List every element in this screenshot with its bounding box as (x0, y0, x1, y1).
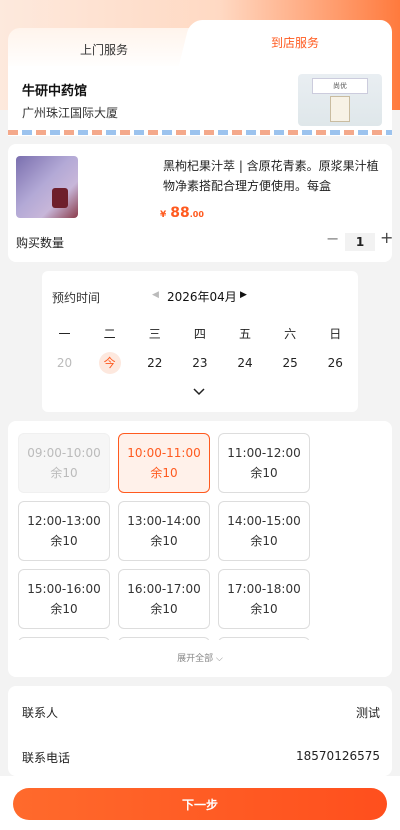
calendar-month: 2026年04月 (167, 290, 237, 304)
time-slot-remaining: 余10 (250, 466, 278, 480)
quantity-decrease-button[interactable]: − (326, 231, 339, 247)
calendar-day-label: 24 (237, 356, 253, 370)
calendar-weekday: 日 (329, 327, 342, 341)
calendar-weekday: 一 (58, 327, 71, 341)
booking-calendar: 预约时间 ◀ 2026年04月 ▶ 一 二 三 四 五 六 日 20 今 22 23 24 25 26 (42, 271, 358, 412)
calendar-day[interactable]: 23 (177, 352, 222, 374)
time-slot-remaining: 余10 (250, 602, 278, 616)
tab-store-service-label: 到店服务 (270, 35, 319, 50)
time-slot-remaining: 余10 (150, 602, 178, 616)
time-slot: 09:00-10:00 余10 (18, 433, 110, 493)
contact-name-label: 联系人 (22, 706, 59, 720)
expand-all-label: 展开全部 (177, 654, 214, 664)
calendar-day[interactable]: 24 (223, 352, 268, 374)
service-tabs: 上门服务 到店服务 (8, 20, 392, 70)
expand-all-link[interactable]: 展开全部 ⌵ (8, 651, 392, 664)
next-step-button[interactable]: 下一步 (13, 788, 387, 820)
price-decimal: .00 (189, 210, 204, 219)
quantity-value[interactable]: 1 (345, 233, 375, 251)
time-slot-remaining: 余10 (150, 534, 178, 548)
calendar-weekday: 二 (103, 327, 116, 341)
product-bottle-graphic (52, 188, 68, 208)
tab-home-service-label: 上门服务 (79, 42, 128, 57)
chevron-down-small-icon: ⌵ (213, 654, 223, 664)
calendar-day[interactable]: 26 (313, 352, 358, 374)
calendar-day[interactable]: 25 (268, 352, 313, 374)
calendar-day-today[interactable]: 今 (87, 352, 132, 374)
calendar-weekday: 六 (284, 327, 297, 341)
time-slot-time: 16:00-17:00 (127, 582, 201, 596)
tab-home-service[interactable]: 上门服务 (8, 28, 200, 70)
time-slot[interactable] (18, 637, 110, 640)
quantity-increase-button[interactable]: + (380, 230, 393, 246)
store-photo: 尚优 (298, 74, 382, 126)
time-slot-time: 17:00-18:00 (227, 582, 301, 596)
calendar-title: 预约时间 (52, 291, 101, 305)
calendar-day-row: 20 今 22 23 24 25 26 (42, 352, 358, 374)
time-slot-time: 12:00-13:00 (27, 514, 101, 528)
time-slot[interactable]: 15:00-16:00 余10 (18, 569, 110, 629)
envelope-stripe-divider (8, 130, 392, 135)
chevron-down-icon[interactable] (192, 385, 206, 399)
time-slot-time: 11:00-12:00 (227, 446, 301, 460)
contact-phone-value[interactable]: 18570126575 (296, 749, 380, 763)
calendar-weekday: 四 (193, 327, 206, 341)
time-slot-remaining: 余10 (50, 602, 78, 616)
footer-bar: 下一步 (0, 776, 400, 830)
time-slot[interactable]: 13:00-14:00 余10 (118, 501, 210, 561)
product-image (16, 156, 78, 218)
calendar-day-label: 今 (98, 352, 121, 374)
calendar-day-label: 20 (56, 356, 73, 370)
time-slot[interactable] (118, 637, 210, 640)
calendar-day-label: 23 (192, 356, 208, 370)
contact-card: 联系人 测试 联系电话 18570126575 (8, 686, 392, 776)
product-card: 黑枸杞果汁萃 | 含原花青素。原浆果汁植物净素搭配合理方便使用。每盒35mlx1… (8, 144, 393, 262)
time-slot[interactable]: 17:00-18:00 余10 (218, 569, 310, 629)
time-slot-remaining: 余10 (50, 466, 78, 480)
time-slot-time: 14:00-15:00 (227, 514, 301, 528)
calendar-day[interactable]: 22 (132, 352, 177, 374)
next-month-icon[interactable]: ▶ (240, 290, 247, 300)
time-slot[interactable]: 12:00-13:00 余10 (18, 501, 110, 561)
time-slot-card: 09:00-10:00 余10 10:00-11:00 余10 11:00-12:00 余… (8, 421, 392, 677)
product-description: 黑枸杞果汁萃 | 含原花青素。原浆果汁植物净素搭配合理方便使用。每盒35mlx1… (163, 159, 379, 193)
time-slot[interactable]: 11:00-12:00 余10 (218, 433, 310, 493)
time-slot[interactable]: 16:00-17:00 余10 (118, 569, 210, 629)
time-slot-time: 13:00-14:00 (127, 514, 201, 528)
calendar-weekday: 五 (239, 327, 252, 341)
time-slot[interactable] (218, 637, 310, 640)
calendar-weekday-row: 一二三四五六日 (42, 325, 358, 342)
store-card: 牛研中药馆 广州珠江国际大厦 尚优 (8, 66, 392, 136)
time-slot-time: 09:00-10:00 (27, 446, 101, 460)
time-slot[interactable]: 10:00-11:00 余10 (118, 433, 210, 493)
calendar-day: 20 (42, 352, 87, 374)
time-slot-remaining: 余10 (250, 534, 278, 548)
store-photo-shelf (330, 96, 350, 122)
store-address: 广州珠江国际大厦 (22, 106, 119, 120)
contact-name-value[interactable]: 测试 (356, 704, 380, 721)
time-slot-remaining: 余10 (150, 466, 178, 480)
calendar-day-label: 25 (282, 356, 298, 370)
prev-month-icon[interactable]: ◀ (152, 290, 159, 300)
calendar-day-label: 22 (147, 356, 163, 370)
price-integer: 88 (170, 205, 190, 221)
time-slot[interactable]: 14:00-15:00 余10 (218, 501, 310, 561)
calendar-day-label: 26 (327, 356, 343, 370)
store-photo-sign: 尚优 (312, 78, 368, 94)
time-slot-time: 15:00-16:00 (27, 582, 101, 596)
calendar-weekday: 三 (148, 327, 161, 341)
price-currency: ¥ (160, 210, 167, 220)
quantity-label: 购买数量 (16, 236, 65, 250)
time-slot-time: 10:00-11:00 (127, 446, 201, 460)
time-slot-remaining: 余10 (50, 534, 78, 548)
time-slot-grid: 09:00-10:00 余10 10:00-11:00 余10 11:00-12:00 余… (18, 433, 318, 640)
store-name: 牛研中药馆 (22, 84, 88, 99)
product-price: ¥88.00 (160, 202, 204, 221)
contact-phone-label: 联系电话 (22, 751, 71, 765)
tab-store-service[interactable]: 到店服务 (198, 20, 392, 70)
